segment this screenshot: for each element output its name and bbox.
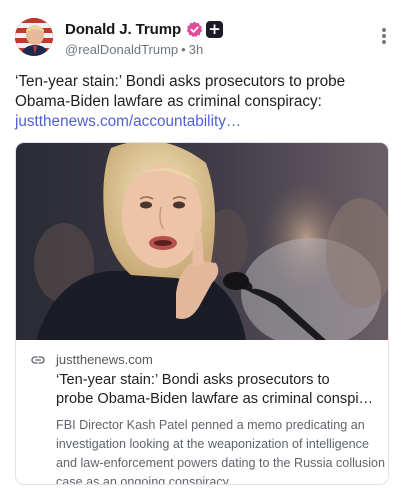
flag-portrait-avatar	[15, 18, 53, 56]
post-time[interactable]: 3h	[189, 42, 203, 57]
card-domain: justthenews.com	[56, 352, 153, 367]
author-name[interactable]: Donald J. Trump	[65, 21, 181, 38]
link-preview-card[interactable]: justthenews.com ‘Ten-year stain:’ Bondi …	[15, 142, 389, 485]
card-image	[16, 143, 388, 340]
post-text: ‘Ten-year stain:’ Bondi asks prosecutors…	[15, 72, 390, 132]
author-block: Donald J. Trump + @realDonaldTrump • 3h	[65, 19, 224, 57]
plus-badge-icon: +	[206, 20, 224, 38]
more-options-button[interactable]	[379, 28, 389, 48]
separator-dot: •	[181, 42, 186, 57]
avatar[interactable]	[15, 18, 53, 56]
card-domain-row: justthenews.com	[30, 351, 380, 368]
post-link[interactable]: justthenews.com/accountability…	[15, 112, 390, 132]
author-handle[interactable]: @realDonaldTrump	[65, 42, 178, 57]
card-title-line-2: probe Obama-Biden lawfare as criminal co…	[56, 391, 374, 407]
card-title-line-1: ‘Ten-year stain:’ Bondi asks prosecutors…	[56, 372, 330, 388]
card-title: ‘Ten-year stain:’ Bondi asks prosecutors…	[56, 371, 388, 409]
handle-row: @realDonaldTrump • 3h	[65, 42, 223, 57]
card-description: FBI Director Kash Patel penned a memo pr…	[56, 418, 386, 485]
link-icon	[31, 355, 45, 364]
social-post: Donald J. Trump + @realDonaldTrump • 3h ‘T…	[0, 0, 404, 500]
more-vertical-icon	[379, 28, 389, 44]
verified-check-icon	[186, 21, 203, 37]
author-name-row: Donald J. Trump +	[65, 19, 224, 39]
post-header: Donald J. Trump + @realDonaldTrump • 3h	[15, 15, 395, 59]
post-body: ‘Ten-year stain:’ Bondi asks prosecutors…	[15, 73, 346, 110]
card-body: justthenews.com ‘Ten-year stain:’ Bondi …	[30, 351, 385, 484]
